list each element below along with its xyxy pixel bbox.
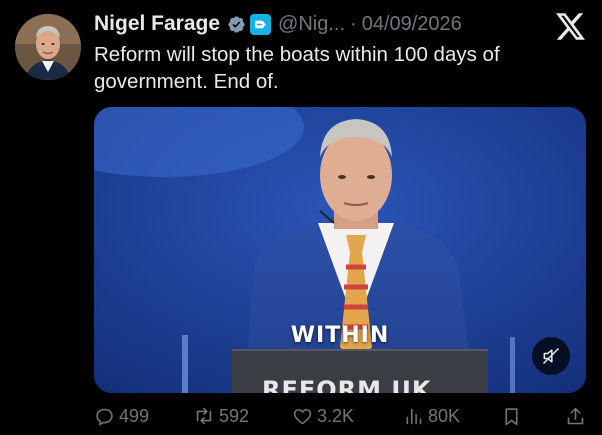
reply-button[interactable]: 499: [94, 406, 193, 427]
video-caption: WITHIN: [290, 323, 390, 348]
tweet-text: Reform will stop the boats within 100 da…: [94, 43, 500, 93]
mute-button[interactable]: [532, 337, 570, 375]
bookmark-icon: [505, 407, 518, 425]
share-icon: [567, 407, 584, 424]
heart-icon: [293, 408, 312, 424]
reply-count: 499: [119, 405, 150, 426]
repost-button[interactable]: 592: [193, 405, 292, 427]
views-button[interactable]: 80K: [403, 406, 501, 427]
view-count: 80K: [428, 405, 461, 426]
reform-badge-icon[interactable]: [250, 13, 272, 35]
podium: REFORM UK: [232, 349, 488, 393]
author-handle[interactable]: @Nig...: [278, 13, 345, 36]
tweet-video[interactable]: WITHIN REFORM UK: [94, 107, 586, 393]
reply-icon: [96, 408, 113, 426]
tweet-date[interactable]: 04/09/2026: [362, 13, 462, 36]
tweet-header: Nigel Farage @Nig... · 04/09/2026: [94, 11, 544, 37]
avatar[interactable]: [15, 14, 81, 80]
speaker-muted-icon: [542, 347, 560, 365]
views-chart-icon: [406, 408, 422, 424]
verified-badge-icon[interactable]: [227, 15, 246, 34]
bookmark-button[interactable]: [501, 406, 565, 427]
share-button[interactable]: [565, 406, 586, 427]
like-count: 3.2K: [317, 405, 355, 426]
repost-icon: [196, 407, 212, 425]
repost-count: 592: [219, 405, 250, 426]
podium-logo-text: REFORM UK: [262, 376, 432, 393]
action-bar: 499 592 3.2K 80K: [94, 403, 589, 429]
x-logo-icon[interactable]: [556, 13, 585, 40]
author-name[interactable]: Nigel Farage: [94, 12, 220, 36]
like-button[interactable]: 3.2K: [292, 406, 403, 427]
header-separator: ·: [350, 12, 357, 35]
